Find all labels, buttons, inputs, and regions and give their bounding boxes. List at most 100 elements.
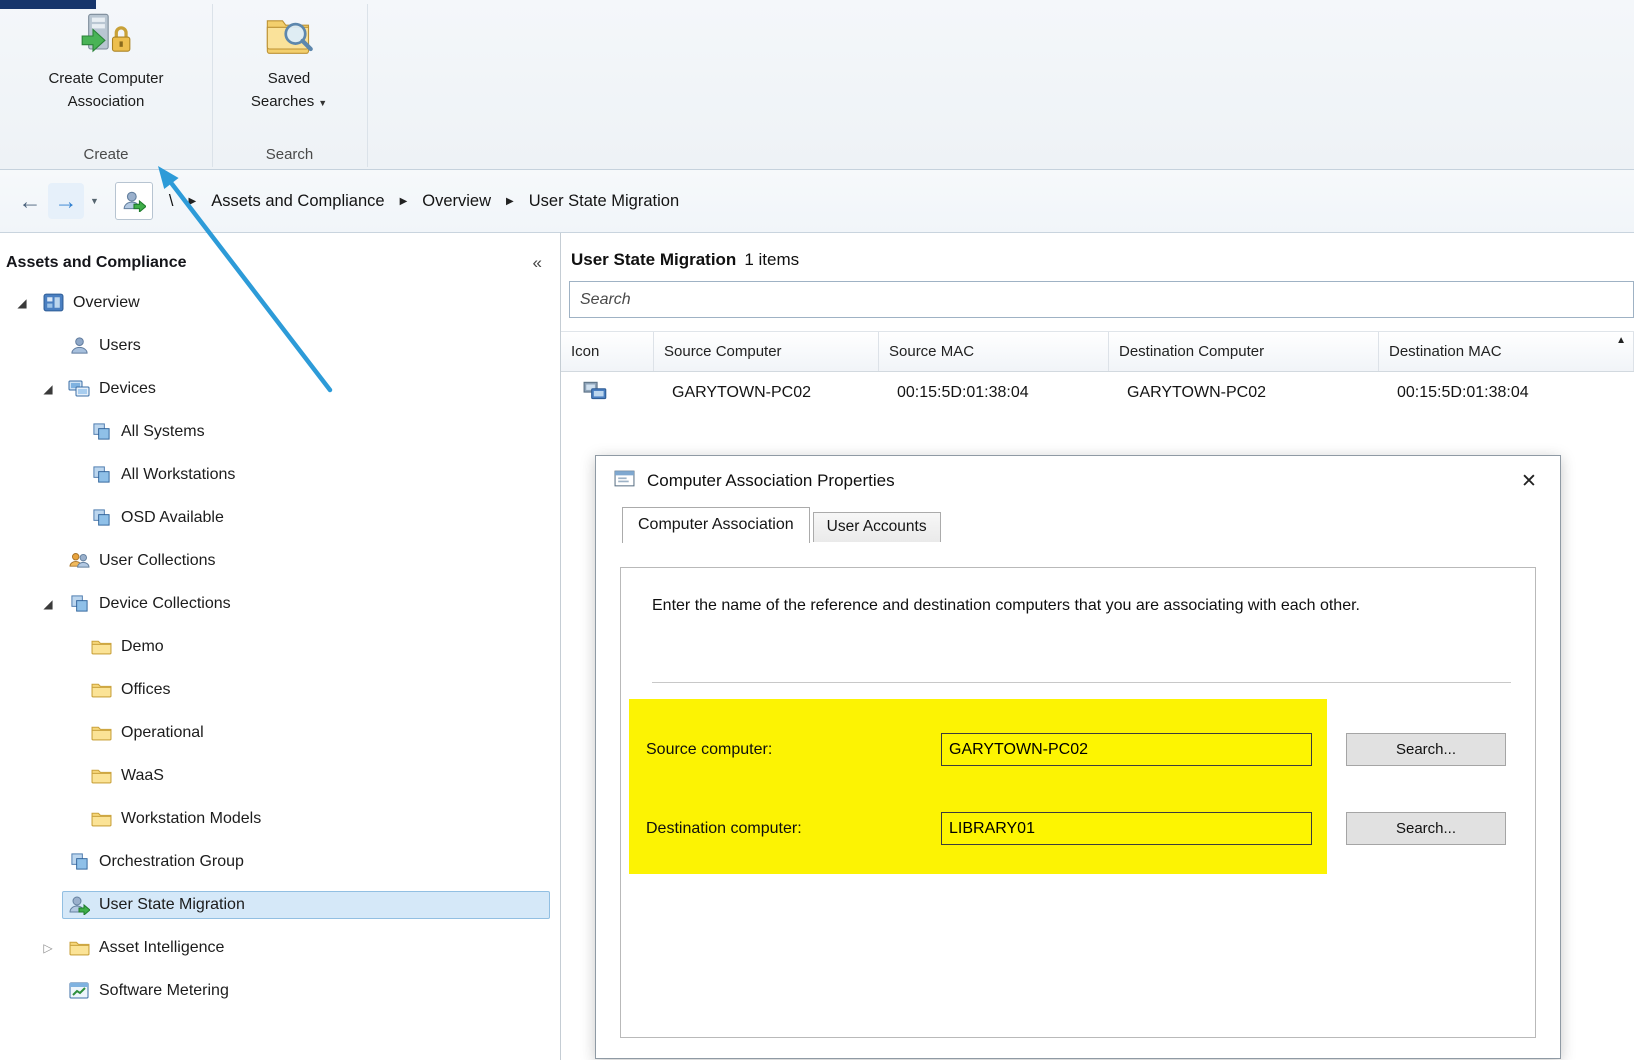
- sidebar-item-software-metering[interactable]: Software Metering: [0, 969, 560, 1012]
- saved-searches-icon: [263, 12, 315, 65]
- source-computer-row: Source computer: Search...: [646, 733, 1506, 766]
- sidebar-item-user-state-migration[interactable]: User State Migration: [0, 883, 560, 926]
- ribbon: Create Computer Association Saved Search…: [0, 0, 1634, 170]
- scrollbar-up-icon[interactable]: ▲: [1616, 335, 1626, 346]
- destination-search-button[interactable]: Search...: [1346, 812, 1506, 845]
- folder-icon: [89, 767, 113, 784]
- table-row[interactable]: GARYTOWN-PC02 00:15:5D:01:38:04 GARYTOWN…: [561, 372, 1634, 414]
- sidebar-item-waas[interactable]: WaaS: [0, 754, 560, 797]
- destination-computer-field[interactable]: [941, 812, 1312, 845]
- dialog-tabs: Computer Association User Accounts: [596, 506, 1560, 542]
- expand-arrow-icon[interactable]: ◢: [34, 382, 62, 396]
- destination-computer-row: Destination computer: Search...: [646, 812, 1506, 845]
- breadcrumb-item-overview[interactable]: Overview: [422, 192, 491, 211]
- sidebar-item-label: WaaS: [121, 767, 164, 785]
- pane-collapse-icon[interactable]: «: [533, 253, 550, 273]
- breadcrumb-separator-icon: ▶: [400, 196, 408, 207]
- sidebar-item-users[interactable]: Users: [0, 324, 560, 367]
- sidebar-item-all-systems[interactable]: All Systems: [0, 410, 560, 453]
- folder-icon: [89, 681, 113, 698]
- breadcrumb-item-user-state-migration[interactable]: User State Migration: [529, 192, 679, 211]
- sidebar-item-label: All Workstations: [121, 466, 235, 484]
- pane-title: Assets and Compliance: [6, 254, 533, 272]
- sidebar-item-label: Overview: [73, 294, 140, 312]
- back-button[interactable]: ←: [12, 183, 48, 219]
- sidebar-item-label: Workstation Models: [121, 810, 261, 828]
- breadcrumb-item-assets-and-compliance[interactable]: Assets and Compliance: [211, 192, 384, 211]
- tab-computer-association[interactable]: Computer Association: [622, 507, 810, 543]
- dialog-description: Enter the name of the reference and dest…: [652, 594, 1490, 619]
- sidebar-item-all-workstations[interactable]: All Workstations: [0, 453, 560, 496]
- sidebar-item-label: All Systems: [121, 423, 205, 441]
- sidebar-item-workstation-models[interactable]: Workstation Models: [0, 797, 560, 840]
- dialog-titlebar[interactable]: Computer Association Properties ✕: [596, 456, 1560, 506]
- sidebar-item-osd-available[interactable]: OSD Available: [0, 496, 560, 539]
- saved-searches-label: Saved Searches▼: [243, 68, 335, 113]
- source-computer-field[interactable]: [941, 733, 1312, 766]
- history-dropdown-icon[interactable]: ▼: [90, 196, 99, 206]
- sidebar-item-device-collections[interactable]: ◢ Device Collections: [0, 582, 560, 625]
- column-header-source-computer[interactable]: Source Computer: [654, 332, 879, 371]
- forward-button[interactable]: →: [48, 183, 84, 219]
- sidebar-item-label: Software Metering: [99, 982, 229, 1000]
- collection-icon: [89, 465, 113, 484]
- sidebar-item-overview[interactable]: ◢ Overview: [0, 281, 560, 324]
- destination-computer-label: Destination computer:: [646, 820, 941, 838]
- expand-arrow-icon[interactable]: ◢: [34, 597, 62, 611]
- sidebar-item-demo[interactable]: Demo: [0, 625, 560, 668]
- column-header-source-mac[interactable]: Source MAC: [879, 332, 1109, 371]
- sidebar-item-label: Demo: [121, 638, 164, 656]
- dialog-icon: [614, 468, 635, 494]
- folder-icon: [89, 810, 113, 827]
- cell-destination-computer: GARYTOWN-PC02: [1109, 384, 1379, 402]
- cell-source-mac: 00:15:5D:01:38:04: [879, 384, 1109, 402]
- create-computer-association-icon: [80, 12, 132, 65]
- tab-user-accounts[interactable]: User Accounts: [813, 512, 941, 542]
- user-state-migration-icon: [67, 895, 91, 915]
- cell-source-computer: GARYTOWN-PC02: [654, 384, 879, 402]
- sidebar-item-offices[interactable]: Offices: [0, 668, 560, 711]
- column-header-destination-mac[interactable]: Destination MAC: [1379, 332, 1634, 371]
- collapsed-arrow-icon[interactable]: ▷: [34, 941, 62, 955]
- folder-icon: [67, 939, 91, 956]
- create-button-label: Create Computer Association: [31, 68, 181, 113]
- sidebar-item-label: Asset Intelligence: [99, 939, 224, 957]
- computer-association-properties-dialog: Computer Association Properties ✕ Comput…: [595, 455, 1561, 1059]
- folder-icon: [89, 638, 113, 655]
- list-title: User State Migration1 items: [561, 233, 1634, 270]
- items-count: 1 items: [744, 250, 799, 269]
- sidebar-item-devices[interactable]: ◢ Devices: [0, 367, 560, 410]
- navigation-bar: ← → ▼ \ ▶ Assets and Compliance ▶ Overvi…: [0, 170, 1634, 233]
- column-header-destination-computer[interactable]: Destination Computer: [1109, 332, 1379, 371]
- breadcrumb-root[interactable]: \: [169, 192, 174, 211]
- sidebar-item-user-collections[interactable]: User Collections: [0, 539, 560, 582]
- sidebar-item-label: OSD Available: [121, 509, 224, 527]
- collection-icon: [89, 422, 113, 441]
- back-arrow-icon: ←: [19, 188, 42, 215]
- sidebar-item-label: Operational: [121, 724, 204, 742]
- collection-icon: [89, 508, 113, 527]
- navigation-pane-header: Assets and Compliance «: [0, 233, 560, 281]
- create-computer-association-button[interactable]: Create Computer Association: [8, 12, 204, 113]
- selected-item-highlight: User State Migration: [62, 891, 550, 919]
- forward-arrow-icon: →: [55, 188, 78, 215]
- sidebar-item-orchestration-group[interactable]: Orchestration Group: [0, 840, 560, 883]
- breadcrumb-separator-icon: ▶: [506, 196, 514, 207]
- saved-searches-button[interactable]: Saved Searches▼: [216, 12, 362, 113]
- dialog-divider: [652, 682, 1511, 683]
- dropdown-caret-icon: ▼: [318, 98, 327, 108]
- source-search-button[interactable]: Search...: [1346, 733, 1506, 766]
- collection-icon: [67, 852, 91, 871]
- source-computer-label: Source computer:: [646, 741, 941, 759]
- sidebar-item-asset-intelligence[interactable]: ▷ Asset Intelligence: [0, 926, 560, 969]
- search-input[interactable]: [570, 282, 1633, 317]
- column-header-icon[interactable]: Icon: [561, 332, 654, 371]
- sidebar-item-label: Device Collections: [99, 595, 231, 613]
- user-state-migration-node-icon: [115, 182, 153, 220]
- sidebar-item-operational[interactable]: Operational: [0, 711, 560, 754]
- ribbon-group-divider: [212, 4, 213, 167]
- computer-association-icon: [583, 380, 609, 402]
- navigation-pane: Assets and Compliance « ◢ Overview Users…: [0, 233, 561, 1060]
- expand-arrow-icon[interactable]: ◢: [8, 296, 36, 310]
- close-icon[interactable]: ✕: [1512, 466, 1546, 496]
